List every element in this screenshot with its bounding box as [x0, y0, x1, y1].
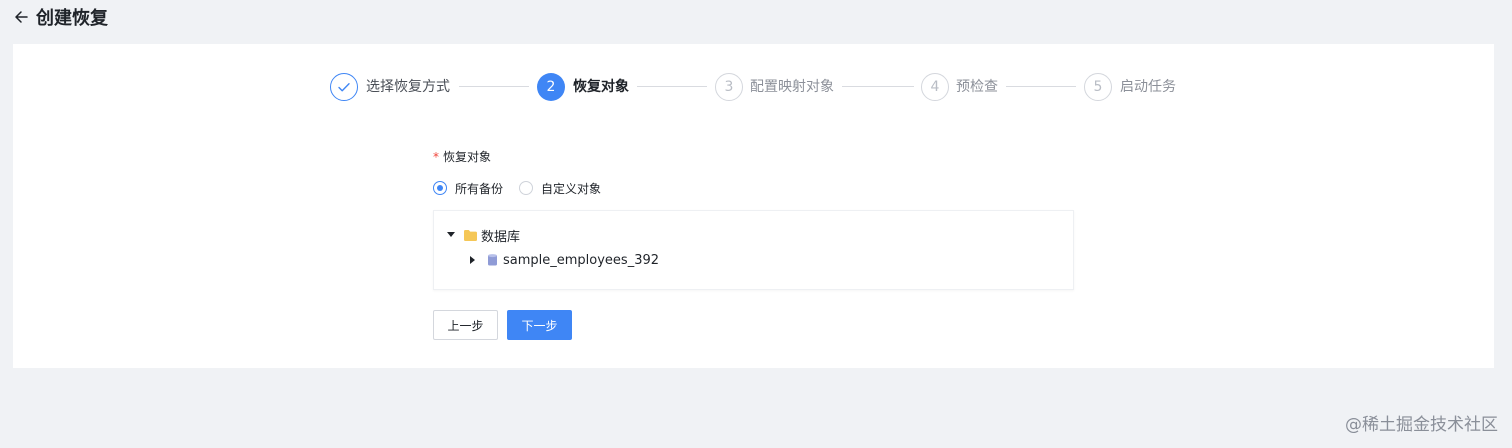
step-3-label: 配置映射对象 [750, 79, 834, 95]
back-arrow-icon[interactable] [12, 8, 30, 26]
step-5-circle: 5 [1084, 73, 1112, 101]
watermark: @稀土掘金技术社区 [1345, 415, 1498, 435]
step-connector [459, 86, 529, 87]
caret-right-icon[interactable] [467, 254, 479, 266]
step-1-check-icon [330, 73, 358, 101]
radio-unchecked-icon[interactable] [519, 181, 534, 195]
next-step-button[interactable]: 下一步 [507, 310, 572, 340]
content-card: 选择恢复方式 2 恢复对象 3 配置映射对象 4 预检查 5 启动任务 * 恢复对… [13, 44, 1494, 368]
step-4-circle: 4 [921, 73, 949, 101]
step-2-label: 恢复对象 [573, 79, 629, 95]
step-connector [637, 86, 707, 87]
steps-bar: 选择恢复方式 2 恢复对象 3 配置映射对象 4 预检查 5 启动任务 [13, 44, 1494, 134]
radio-all-backups[interactable]: 所有备份 [433, 180, 503, 197]
tree-node-schema[interactable]: sample_employees_392 [467, 250, 659, 270]
page-title: 创建恢复 [36, 8, 108, 29]
field-label-text: 恢复对象 [443, 150, 492, 164]
prev-step-button[interactable]: 上一步 [433, 310, 498, 340]
radio-custom-object[interactable]: 自定义对象 [519, 180, 601, 197]
step-connector [842, 86, 914, 87]
caret-down-icon[interactable] [445, 229, 457, 241]
step-3-circle: 3 [715, 73, 743, 101]
tree-node-label: sample_employees_392 [503, 252, 660, 268]
radio-checked-icon[interactable] [433, 181, 447, 195]
radio-group: 所有备份 自定义对象 [433, 179, 1074, 197]
folder-icon [463, 228, 477, 242]
step-1-label: 选择恢复方式 [366, 79, 450, 95]
field-label: * 恢复对象 [433, 148, 1074, 166]
step-5-label: 启动任务 [1120, 79, 1176, 95]
step-2-circle: 2 [537, 73, 565, 101]
action-buttons: 上一步 下一步 [433, 310, 572, 340]
required-mark: * [433, 150, 439, 164]
radio-label: 所有备份 [455, 181, 504, 196]
database-icon [485, 253, 499, 267]
page-header: 创建恢复 [12, 4, 108, 30]
tree-node-database[interactable]: 数据库 [445, 225, 520, 245]
restore-object-form: * 恢复对象 所有备份 自定义对象 数据库 sample_employees_3… [433, 148, 1074, 340]
tree-node-label: 数据库 [481, 229, 521, 245]
radio-label: 自定义对象 [541, 181, 602, 196]
object-tree: 数据库 sample_employees_392 [433, 210, 1074, 290]
step-4-label: 预检查 [956, 79, 998, 95]
step-connector [1006, 86, 1076, 87]
